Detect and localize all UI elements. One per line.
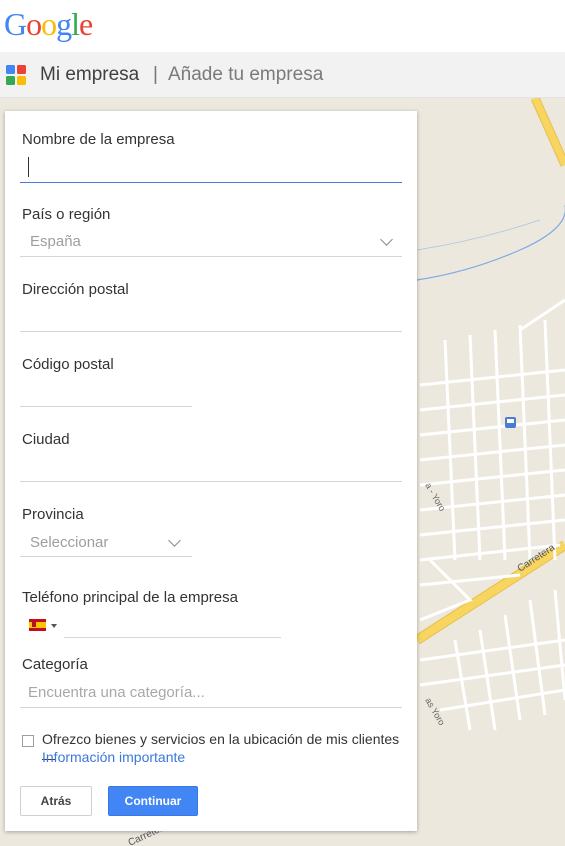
logo-letter: G bbox=[4, 6, 27, 42]
logo-letter: l bbox=[71, 6, 80, 42]
address-input[interactable] bbox=[20, 303, 402, 331]
category-label: Categoría bbox=[22, 656, 88, 673]
address-underline bbox=[20, 331, 402, 332]
country-underline bbox=[20, 256, 402, 257]
province-underline bbox=[20, 556, 192, 557]
city-label: Ciudad bbox=[22, 431, 70, 448]
page-subtitle: Añade tu empresa bbox=[168, 64, 324, 85]
phone-label: Teléfono principal de la empresa bbox=[22, 589, 238, 606]
business-name-underline bbox=[20, 182, 402, 183]
country-select[interactable]: España bbox=[20, 228, 402, 256]
business-form-card: Nombre de la empresa País o región Españ… bbox=[5, 111, 417, 831]
caret-down-icon bbox=[51, 624, 57, 628]
important-info-link[interactable]: Información importante bbox=[42, 749, 185, 765]
postal-code-underline bbox=[20, 406, 192, 407]
postal-code-label: Código postal bbox=[22, 356, 114, 373]
back-button[interactable]: Atrás bbox=[20, 786, 92, 816]
category-underline bbox=[20, 707, 402, 708]
logo-letter: o bbox=[41, 6, 57, 42]
title-separator: | bbox=[153, 64, 158, 85]
logo-letter: o bbox=[26, 6, 42, 42]
page-title: Mi empresa bbox=[40, 64, 140, 85]
map-road-label: as Yoro bbox=[423, 696, 447, 727]
phone-underline bbox=[64, 637, 281, 638]
chevron-down-icon bbox=[168, 534, 181, 547]
logo-letter: e bbox=[79, 6, 93, 42]
business-name-label: Nombre de la empresa bbox=[22, 131, 175, 148]
country-label: País o región bbox=[22, 206, 111, 223]
flag-emblem bbox=[32, 622, 36, 627]
service-area-checkbox[interactable] bbox=[22, 735, 34, 747]
subheader: Mi empresa | Añade tu empresa bbox=[0, 52, 565, 98]
category-input[interactable]: Encuentra una categoría... bbox=[20, 679, 402, 707]
top-bar: Google bbox=[0, 0, 565, 52]
google-logo[interactable]: Google bbox=[4, 6, 93, 43]
city-input[interactable] bbox=[20, 453, 402, 481]
city-underline bbox=[20, 481, 402, 482]
province-label: Provincia bbox=[22, 506, 84, 523]
category-placeholder: Encuentra una categoría... bbox=[28, 684, 205, 701]
logo-letter: g bbox=[56, 6, 72, 42]
province-value: Seleccionar bbox=[30, 534, 109, 551]
continue-button[interactable]: Continuar bbox=[108, 786, 198, 816]
chevron-down-icon bbox=[380, 233, 393, 246]
address-label: Dirección postal bbox=[22, 281, 129, 298]
phone-input[interactable] bbox=[64, 611, 281, 637]
postal-code-input[interactable] bbox=[20, 378, 192, 406]
country-value: España bbox=[30, 233, 81, 250]
province-select[interactable]: Seleccionar bbox=[20, 528, 192, 556]
business-name-input[interactable] bbox=[20, 151, 402, 183]
google-my-business-icon bbox=[6, 65, 26, 85]
